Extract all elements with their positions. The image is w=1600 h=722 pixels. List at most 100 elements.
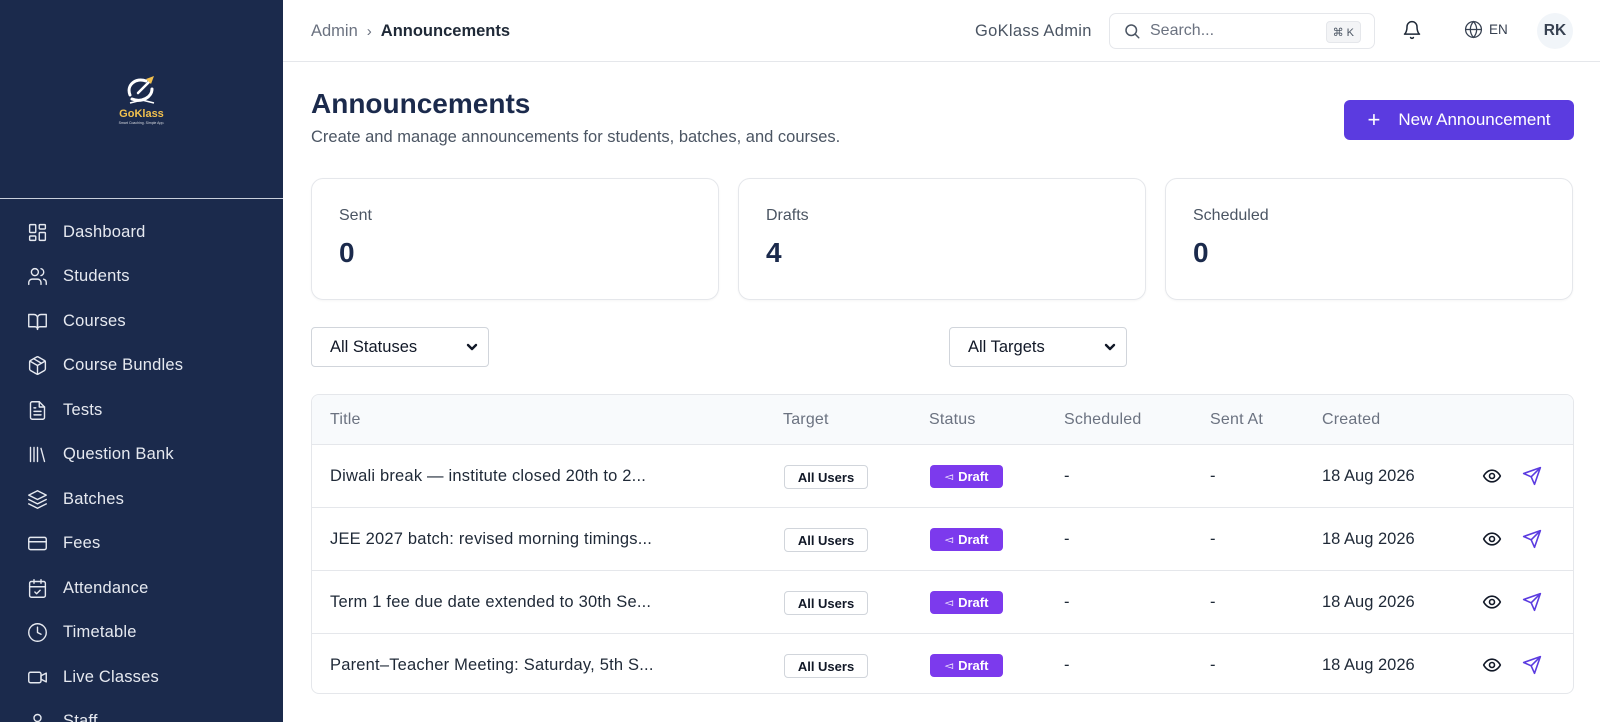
sidebar-item-attendance[interactable]: Attendance	[0, 566, 283, 611]
sidebar-item-label: Live Classes	[63, 667, 159, 686]
globe-icon	[1464, 20, 1483, 39]
sidebar-item-label: Course Bundles	[63, 356, 184, 375]
sidebar-item-staff[interactable]: Staff	[0, 700, 283, 722]
row-sent-at: -	[1210, 529, 1216, 548]
send-icon	[1522, 655, 1542, 675]
page-title: Announcements	[311, 88, 531, 119]
row-title[interactable]: Diwali break — institute closed 20th to …	[330, 445, 646, 507]
view-button[interactable]	[1482, 655, 1502, 675]
sidebar-item-batches[interactable]: Batches	[0, 477, 283, 522]
eye-icon	[1482, 532, 1502, 546]
breadcrumb: Admin › Announcements	[311, 0, 510, 62]
view-button[interactable]	[1482, 592, 1502, 612]
table-row[interactable]: Term 1 fee due date extended to 30th Se.…	[312, 571, 1573, 634]
send-button[interactable]	[1522, 466, 1542, 486]
sidebar-item-question-bank[interactable]: Question Bank	[0, 433, 283, 478]
row-scheduled: -	[1064, 466, 1070, 485]
megaphone-icon: ◅	[944, 597, 954, 609]
target-badge: All Users	[784, 528, 868, 552]
sidebar-item-courses[interactable]: Courses	[0, 299, 283, 344]
row-title[interactable]: Parent–Teacher Meeting: Saturday, 5th S.…	[330, 634, 654, 693]
target-filter-select[interactable]: All Targets	[949, 327, 1127, 367]
new-announcement-label: New Announcement	[1398, 110, 1551, 129]
megaphone-icon: ◅	[944, 534, 954, 546]
sidebar-item-label: Students	[63, 267, 130, 286]
chevron-down-icon	[1103, 340, 1117, 354]
send-icon	[1522, 466, 1542, 486]
row-title[interactable]: JEE 2027 batch: revised morning timings.…	[330, 508, 652, 570]
column-header-sent-at[interactable]: Sent At	[1210, 395, 1263, 445]
logo-tagline: Smart Coaching. Simple App.	[118, 121, 165, 125]
sidebar: GoKlass Smart Coaching. Simple App. Dash…	[0, 0, 283, 722]
column-header-scheduled[interactable]: Scheduled	[1064, 395, 1141, 445]
org-name: GoKlass Admin	[975, 21, 1092, 40]
status-badge: ◅ Draft	[930, 654, 1003, 677]
goklass-logo[interactable]: GoKlass Smart Coaching. Simple App.	[110, 68, 173, 130]
column-header-created[interactable]: Created	[1322, 395, 1380, 445]
column-header-target[interactable]: Target	[783, 395, 829, 445]
table-row[interactable]: JEE 2027 batch: revised morning timings.…	[312, 508, 1573, 571]
stat-value: 4	[766, 237, 782, 268]
sidebar-item-tests[interactable]: Tests	[0, 388, 283, 433]
status-badge: ◅ Draft	[930, 528, 1003, 551]
column-header-title[interactable]: Title	[330, 395, 361, 445]
row-sent-at: -	[1210, 592, 1216, 611]
sidebar-item-label: Tests	[63, 400, 103, 419]
sidebar-item-fees[interactable]: Fees	[0, 522, 283, 567]
sidebar-nav: Dashboard Students Courses Course Bundle…	[0, 199, 283, 722]
sidebar-item-students[interactable]: Students	[0, 255, 283, 300]
send-button[interactable]	[1522, 655, 1542, 675]
row-created: 18 Aug 2026	[1322, 592, 1415, 611]
file-text-icon	[29, 400, 46, 420]
send-button[interactable]	[1522, 529, 1542, 549]
stat-label: Sent	[339, 207, 372, 224]
send-icon	[1522, 592, 1542, 612]
calendar-check-icon	[28, 578, 47, 598]
search-shortcut-badge: ⌘ K	[1325, 21, 1361, 43]
logo-area: GoKlass Smart Coaching. Simple App.	[0, 0, 283, 199]
sidebar-item-timetable[interactable]: Timetable	[0, 611, 283, 656]
view-button[interactable]	[1482, 466, 1502, 486]
language-switcher[interactable]: EN	[1464, 20, 1508, 39]
target-badge: All Users	[784, 465, 868, 489]
sidebar-item-label: Staff	[63, 712, 98, 722]
megaphone-icon: ◅	[944, 471, 954, 483]
language-label: EN	[1489, 22, 1508, 37]
package-icon	[28, 356, 47, 376]
plus-icon: +	[1367, 107, 1381, 132]
search-icon	[1125, 24, 1140, 39]
table-row[interactable]: Diwali break — institute closed 20th to …	[312, 445, 1573, 508]
page-subtitle: Create and manage announcements for stud…	[311, 128, 841, 146]
notifications-button[interactable]	[1402, 20, 1424, 42]
breadcrumb-current: Announcements	[380, 21, 511, 40]
breadcrumb-root-link[interactable]: Admin	[311, 22, 358, 41]
row-title[interactable]: Term 1 fee due date extended to 30th Se.…	[330, 571, 651, 633]
sidebar-item-label: Timetable	[63, 623, 137, 642]
sidebar-item-label: Batches	[63, 489, 125, 508]
stat-label: Drafts	[766, 207, 809, 224]
sidebar-item-dashboard[interactable]: Dashboard	[0, 210, 283, 255]
sidebar-item-live-classes[interactable]: Live Classes	[0, 655, 283, 700]
eye-icon	[1482, 658, 1502, 672]
status-filter-select[interactable]: All Statuses	[311, 327, 489, 367]
new-announcement-button[interactable]: + New Announcement	[1344, 100, 1574, 140]
book-open-icon	[28, 313, 47, 330]
status-badge: ◅ Draft	[930, 465, 1003, 488]
view-button[interactable]	[1482, 529, 1502, 549]
status-label: Draft	[958, 658, 989, 673]
search-input[interactable]: Search... ⌘ K	[1109, 13, 1375, 49]
status-label: Draft	[958, 469, 989, 484]
stat-label: Scheduled	[1193, 207, 1269, 224]
main-content: Announcements Create and manage announce…	[283, 62, 1600, 722]
send-button[interactable]	[1522, 592, 1542, 612]
column-header-status[interactable]: Status	[929, 395, 976, 445]
library-icon	[29, 447, 46, 463]
row-created: 18 Aug 2026	[1322, 655, 1415, 674]
stat-card-sent: Sent 0	[311, 178, 719, 300]
sidebar-item-label: Attendance	[63, 578, 149, 597]
send-icon	[1522, 529, 1542, 549]
table-row[interactable]: Parent–Teacher Meeting: Saturday, 5th S.…	[312, 634, 1573, 693]
avatar[interactable]: RK	[1537, 13, 1573, 49]
layers-icon	[28, 489, 47, 509]
sidebar-item-course-bundles[interactable]: Course Bundles	[0, 344, 283, 389]
